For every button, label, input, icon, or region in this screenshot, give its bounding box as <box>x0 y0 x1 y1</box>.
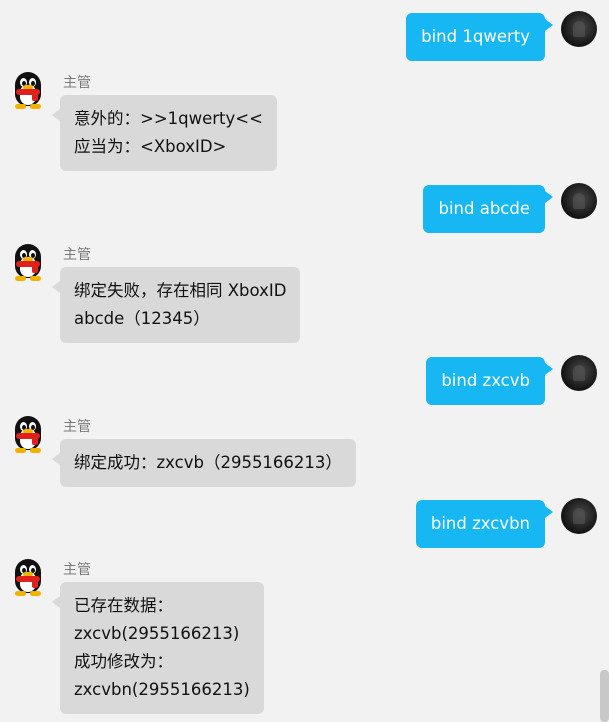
dark-avatar-icon[interactable] <box>561 355 597 391</box>
message-line: zxcvbn(2955166213) <box>74 680 250 699</box>
message-line: 应当为：<XboxID> <box>74 137 227 156</box>
incoming-bubble[interactable]: 绑定失败，存在相同 XboxID abcde（12345） <box>51 267 301 343</box>
incoming-bubble[interactable]: 意外的：>>1qwerty<< 应当为：<XboxID> <box>52 95 277 171</box>
message-line: 意外的：>>1qwerty<< <box>74 109 263 128</box>
message-line: 成功修改为： <box>74 652 173 671</box>
outgoing-bubble[interactable]: bind 1qwerty <box>406 13 553 61</box>
outgoing-bubble[interactable]: bind abcde <box>423 185 553 233</box>
qq-penguin-icon[interactable] <box>10 416 46 454</box>
incoming-bubble[interactable]: 已存在数据： zxcvb(2955166213) 成功修改为： zxcvbn(2… <box>52 582 264 714</box>
sender-name: 主管 <box>63 75 91 91</box>
sender-name: 主管 <box>63 562 91 578</box>
message-text: bind zxcvbn <box>430 514 530 533</box>
qq-penguin-icon[interactable] <box>10 559 46 597</box>
scrollbar-thumb[interactable] <box>600 670 609 722</box>
message-text: bind zxcvb <box>441 371 530 390</box>
dark-avatar-icon[interactable] <box>561 11 597 47</box>
sender-name: 主管 <box>63 247 91 263</box>
message-line: 绑定失败，存在相同 XboxID <box>74 281 287 300</box>
dark-avatar-icon[interactable] <box>561 498 597 534</box>
qq-penguin-icon[interactable] <box>10 72 46 110</box>
dark-avatar-icon[interactable] <box>561 183 597 219</box>
qq-penguin-icon[interactable] <box>10 244 46 282</box>
message-text: bind abcde <box>438 199 530 218</box>
incoming-bubble[interactable]: 绑定成功：zxcvb（2955166213） <box>52 439 356 487</box>
sender-name: 主管 <box>63 419 91 435</box>
outgoing-bubble[interactable]: bind zxcvbn <box>415 500 554 548</box>
outgoing-bubble[interactable]: bind zxcvb <box>426 357 553 405</box>
message-text: bind 1qwerty <box>421 27 530 46</box>
message-line: abcde（12345） <box>74 309 210 328</box>
message-line: 绑定成功：zxcvb（2955166213） <box>74 453 342 472</box>
message-line: 已存在数据： <box>74 596 173 615</box>
message-line: zxcvb(2955166213) <box>74 624 240 643</box>
